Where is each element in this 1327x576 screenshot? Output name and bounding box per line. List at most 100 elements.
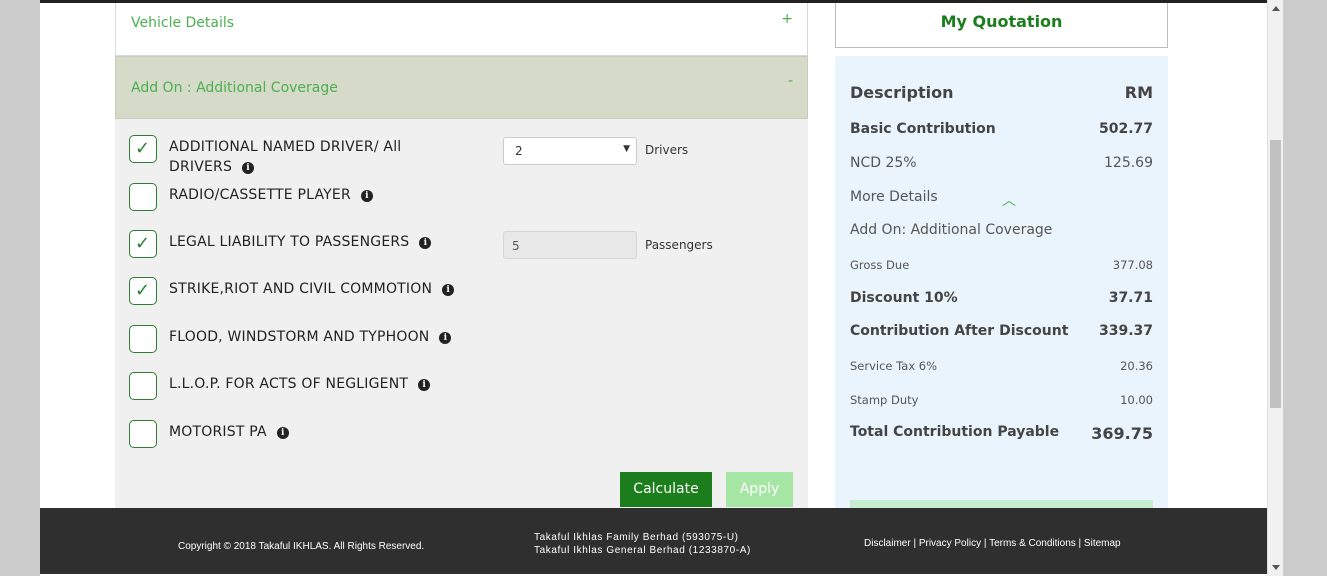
drivers-select[interactable]: 2 ▼ (503, 137, 637, 165)
terms-conditions-link[interactable]: Terms & Conditions (989, 538, 1076, 549)
check-icon: ✓ (135, 233, 151, 254)
page: Vehicle Details + Add On : Additional Co… (40, 0, 1267, 576)
row-value: 125.69 (1104, 155, 1153, 171)
option-label: MOTORIST PA i (169, 424, 289, 440)
passengers-input[interactable]: 5 (503, 231, 637, 259)
row-label: Basic Contribution (850, 121, 996, 137)
footer: Copyright © 2018 Takaful IKHLAS. All Rig… (40, 508, 1267, 574)
option-label: L.L.O.P. FOR ACTS OF NEGLIGENT i (169, 376, 431, 392)
quotation-action-bar[interactable] (850, 500, 1153, 508)
check-icon: ✓ (135, 138, 151, 159)
row-label: Service Tax 6% (850, 359, 938, 373)
option-label: ADDITIONAL NAMED DRIVER/ All DRIVERS i (169, 137, 469, 177)
scroll-up-arrow-icon[interactable] (1272, 6, 1280, 11)
vehicle-details-title[interactable]: Vehicle Details (131, 15, 234, 31)
drivers-select-value: 2 (515, 144, 523, 158)
option-label: FLOOD, WINDSTORM AND TYPHOON i (169, 329, 452, 345)
info-icon[interactable]: i (276, 427, 289, 439)
quotation-header: My Quotation (835, 3, 1168, 48)
row-label: Gross Due (850, 258, 910, 272)
copyright-text: Copyright © 2018 Takaful IKHLAS. All Rig… (178, 541, 425, 552)
checkbox-flood-windstorm[interactable] (129, 325, 157, 353)
checkbox-motorist-pa[interactable] (129, 420, 157, 448)
link-separator: | (981, 538, 990, 549)
description-header: Description (850, 83, 954, 102)
passengers-input-value: 5 (512, 239, 520, 253)
drivers-unit-label: Drivers (645, 143, 689, 157)
collapse-minus-icon[interactable]: - (788, 73, 793, 89)
addon-row: Add On: Additional Coverage (850, 222, 1153, 242)
row-value: 339.37 (1098, 323, 1153, 339)
disclaimer-link[interactable]: Disclaimer (864, 538, 911, 549)
option-label-text: FLOOD, WINDSTORM AND TYPHOON (169, 329, 430, 345)
more-details-toggle[interactable]: More Details ︿ (850, 189, 1153, 209)
option-label-text: RADIO/CASSETTE PLAYER (169, 187, 351, 203)
row-label: Add On: Additional Coverage (850, 222, 1053, 238)
total-value: 369.75 (1091, 424, 1153, 443)
option-label-text: L.L.O.P. FOR ACTS OF NEGLIGENT (169, 376, 409, 392)
row-value: 377.08 (1112, 258, 1153, 272)
info-icon[interactable]: i (442, 284, 455, 296)
checkbox-llop[interactable] (129, 372, 157, 400)
expand-plus-icon[interactable]: + (781, 11, 793, 27)
chevron-up-icon[interactable]: ︿ (1002, 190, 1016, 210)
checkbox-additional-named-driver[interactable]: ✓ (129, 135, 157, 163)
company-line-family: Takaful Ikhlas Family Berhad (593075-U) (534, 532, 739, 543)
apply-button[interactable]: Apply (726, 472, 793, 507)
gross-due-row: Gross Due 377.08 (850, 258, 1153, 278)
option-label: RADIO/CASSETTE PLAYER i (169, 187, 373, 203)
total-row: Total Contribution Payable 369.75 (850, 424, 1153, 444)
info-icon[interactable]: i (439, 332, 452, 344)
quotation-column: My Quotation Description RM Basic Contri… (835, 3, 1168, 508)
row-value: 10.00 (1120, 393, 1153, 407)
link-separator: | (1075, 538, 1084, 549)
quotation-column-headers: Description RM (850, 83, 1153, 103)
vertical-scrollbar[interactable] (1267, 0, 1283, 576)
info-icon[interactable]: i (360, 190, 373, 202)
addon-coverage-header[interactable]: Add On : Additional Coverage - (115, 56, 808, 119)
basic-contribution-row: Basic Contribution 502.77 (850, 121, 1153, 141)
dropdown-arrow-icon: ▼ (623, 144, 630, 154)
stamp-duty-row: Stamp Duty 10.00 (850, 393, 1153, 413)
checkbox-radio-cassette[interactable] (129, 183, 157, 211)
option-label-text: MOTORIST PA (169, 424, 267, 440)
option-label-text: STRIKE,RIOT AND CIVIL COMMOTION (169, 281, 433, 297)
link-separator: | (910, 538, 919, 549)
discount-row: Discount 10% 37.71 (850, 290, 1153, 310)
row-label: Total Contribution Payable (850, 424, 1060, 440)
currency-header: RM (1124, 83, 1153, 102)
company-info: Takaful Ikhlas Family Berhad (593075-U) … (534, 531, 751, 557)
company-line-general: Takaful Ikhlas General Berhad (1233870-A… (534, 545, 751, 556)
privacy-policy-link[interactable]: Privacy Policy (919, 538, 981, 549)
after-discount-row: Contribution After Discount 339.37 (850, 323, 1153, 343)
checkbox-legal-liability[interactable]: ✓ (129, 230, 157, 258)
calculate-button[interactable]: Calculate (620, 472, 712, 507)
coverage-column: Vehicle Details + Add On : Additional Co… (115, 3, 808, 508)
scroll-thumb[interactable] (1270, 140, 1281, 408)
more-details-label[interactable]: More Details (850, 189, 938, 205)
row-value: 502.77 (1098, 121, 1153, 137)
info-icon[interactable]: i (242, 162, 255, 174)
option-label: STRIKE,RIOT AND CIVIL COMMOTION i (169, 281, 455, 297)
quotation-summary: Description RM Basic Contribution 502.77… (835, 56, 1168, 508)
sitemap-link[interactable]: Sitemap (1084, 538, 1121, 549)
addon-coverage-title[interactable]: Add On : Additional Coverage (131, 80, 338, 96)
info-icon[interactable]: i (419, 237, 432, 249)
row-value: 37.71 (1108, 290, 1153, 306)
scroll-down-arrow-icon[interactable] (1272, 565, 1280, 570)
option-label-text: ADDITIONAL NAMED DRIVER/ All DRIVERS (169, 139, 402, 175)
addon-coverage-body: ✓ ADDITIONAL NAMED DRIVER/ All DRIVERS i … (115, 119, 808, 508)
footer-links: Disclaimer | Privacy Policy | Terms & Co… (864, 538, 1121, 549)
option-label: LEGAL LIABILITY TO PASSENGERS i (169, 234, 432, 250)
ncd-row: NCD 25% 125.69 (850, 155, 1153, 175)
row-label: Stamp Duty (850, 393, 919, 407)
quotation-title: My Quotation (940, 12, 1063, 31)
vehicle-details-panel[interactable]: Vehicle Details + (115, 3, 808, 56)
info-icon[interactable]: i (418, 379, 431, 391)
row-label: NCD 25% (850, 155, 917, 171)
check-icon: ✓ (135, 280, 151, 301)
row-label: Discount 10% (850, 290, 958, 306)
passengers-unit-label: Passengers (645, 238, 713, 252)
checkbox-strike-riot[interactable]: ✓ (129, 277, 157, 305)
row-value: 20.36 (1120, 359, 1153, 373)
